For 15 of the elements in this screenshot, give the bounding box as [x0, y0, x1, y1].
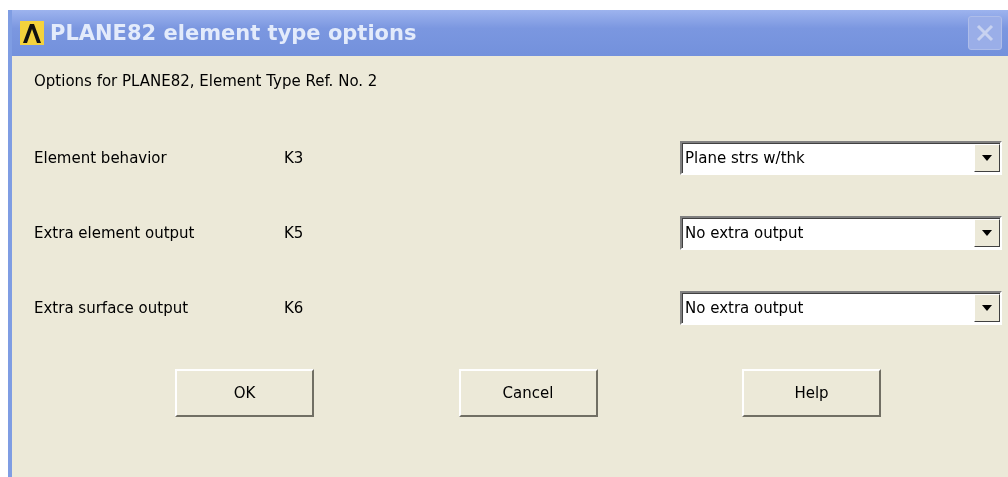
option-key: K6 — [284, 298, 344, 317]
option-key: K5 — [284, 223, 344, 242]
option-label: Extra element output — [34, 223, 196, 242]
dialog-button[interactable]: OK — [175, 369, 314, 417]
dropdown[interactable]: No extra output — [680, 215, 1002, 250]
option-label: Extra surface output — [34, 298, 190, 317]
logo-icon — [20, 21, 44, 45]
options-heading: Options for PLANE82, Element Type Ref. No. 2 — [34, 72, 379, 90]
dropdown[interactable]: No extra output — [680, 290, 1002, 325]
option-key: K3 — [284, 148, 344, 167]
dialog-button[interactable]: Cancel — [458, 369, 598, 417]
option-label: Element behavior — [34, 148, 168, 167]
dropdown[interactable]: Plane strs w/thk — [680, 140, 1002, 175]
window-title: PLANE82 element type options — [50, 21, 418, 45]
dialog-button[interactable]: Help — [742, 369, 881, 417]
